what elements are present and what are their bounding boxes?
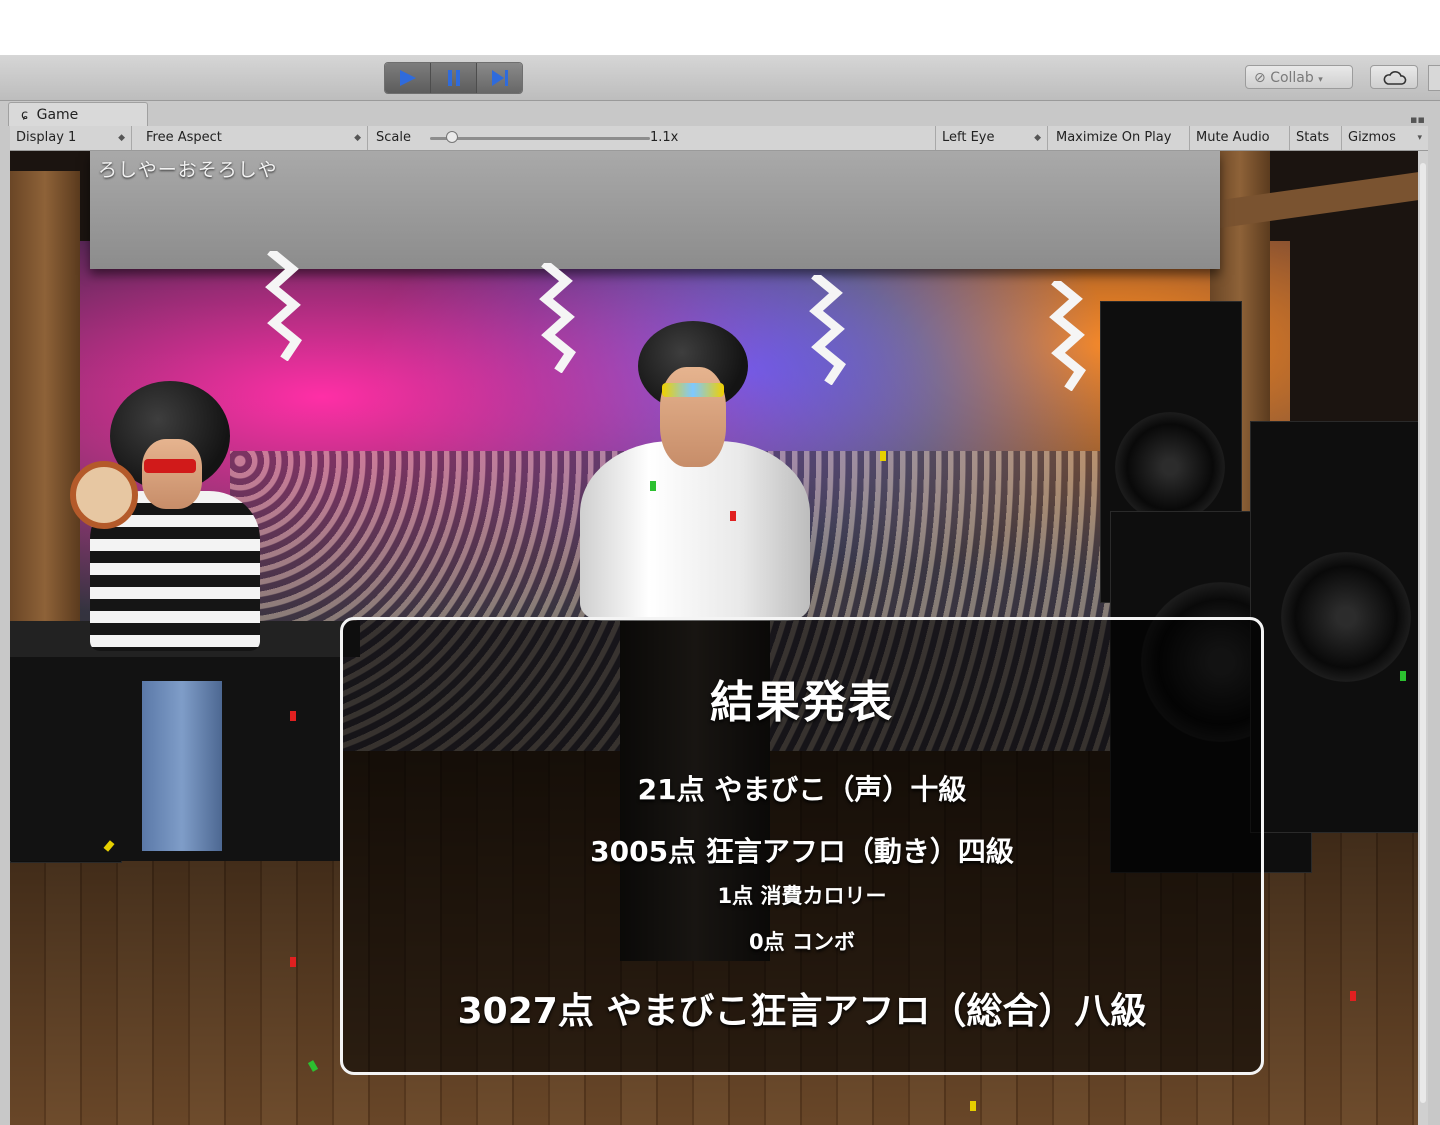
confetti xyxy=(970,1101,976,1111)
tab-game-label: Game xyxy=(36,107,79,123)
banner-text: ろしやーおそろしや xyxy=(98,159,278,181)
account-button[interactable] xyxy=(1428,65,1440,91)
score-calories: 1点 消費カロリー xyxy=(717,884,887,908)
game-view-toolbar: Display 1 ◆ Free Aspect ◆ Scale 1.1x Lef… xyxy=(10,126,1428,151)
game-view[interactable]: ろしやーおそろしや 結果発表 21点 やまびこ（声）十級 3005点 狂言アフロ… xyxy=(10,151,1418,1125)
eye-label: Left Eye xyxy=(942,130,995,145)
eye-dropdown[interactable]: Left Eye ◆ xyxy=(936,126,1048,150)
collab-label: Collab xyxy=(1270,70,1314,86)
confetti xyxy=(1350,991,1356,1001)
confetti xyxy=(880,451,886,461)
mute-label: Mute Audio xyxy=(1196,130,1270,145)
shide-decoration xyxy=(809,275,847,385)
play-button[interactable] xyxy=(385,63,431,93)
confetti xyxy=(290,711,296,721)
collab-button[interactable]: ⊘ Collab ▾ xyxy=(1245,65,1353,89)
dropdown-arrow-icon: ▾ xyxy=(1417,133,1422,143)
stats-toggle[interactable]: Stats xyxy=(1290,126,1342,150)
aspect-dropdown[interactable]: Free Aspect ◆ xyxy=(140,126,368,150)
shide-decoration xyxy=(1049,281,1087,391)
aspect-label: Free Aspect xyxy=(146,130,222,145)
mute-audio-toggle[interactable]: Mute Audio xyxy=(1190,126,1290,150)
chevron-down-icon: ▾ xyxy=(1318,75,1323,85)
gizmos-label: Gizmos xyxy=(1348,130,1396,145)
cloud-icon xyxy=(1383,71,1407,85)
tambourine xyxy=(70,461,138,529)
dropdown-arrow-icon: ◆ xyxy=(354,133,361,143)
scale-value: 1.1x xyxy=(650,130,679,145)
scrollbar-thumb[interactable] xyxy=(1420,163,1426,1103)
score-motion: 3005点 狂言アフロ（動き）四級 xyxy=(590,835,1014,868)
step-icon xyxy=(492,70,508,86)
confetti xyxy=(650,481,656,491)
pause-button[interactable] xyxy=(431,63,477,93)
cloud-button[interactable] xyxy=(1370,65,1418,89)
display-label: Display 1 xyxy=(16,130,77,145)
confetti xyxy=(290,957,296,967)
maximize-on-play-toggle[interactable]: Maximize On Play xyxy=(1050,126,1190,150)
game-controller-icon: ɕ xyxy=(21,108,29,123)
scale-slider-track[interactable] xyxy=(430,137,650,140)
maximize-label: Maximize On Play xyxy=(1056,130,1172,145)
vertical-scrollbar[interactable] xyxy=(1418,151,1428,1125)
confetti xyxy=(1400,671,1406,681)
play-icon xyxy=(400,70,416,86)
display-dropdown[interactable]: Display 1 ◆ xyxy=(10,126,132,150)
tab-menu-icon[interactable]: ▪▪ xyxy=(1410,113,1425,126)
pause-icon xyxy=(448,70,460,86)
unity-editor: ⊘ Collab ▾ ɕ Game ▪▪ Display 1 ◆ Free As… xyxy=(0,55,1440,1125)
toolbar: ⊘ Collab ▾ xyxy=(0,55,1440,101)
step-button[interactable] xyxy=(477,63,522,93)
shide-decoration xyxy=(265,251,303,361)
score-combo: 0点 コンボ xyxy=(749,930,855,954)
shide-decoration xyxy=(539,263,577,373)
speaker-far-right xyxy=(1250,421,1418,833)
confetti xyxy=(730,511,736,521)
scale-label: Scale xyxy=(376,130,411,145)
results-title: 結果発表 xyxy=(710,677,894,728)
dropdown-arrow-icon: ◆ xyxy=(118,133,125,143)
tab-game[interactable]: ɕ Game xyxy=(8,102,148,126)
character-striped-shirt xyxy=(70,381,270,851)
gizmos-dropdown[interactable]: Gizmos ▾ xyxy=(1342,126,1428,150)
scale-slider-handle[interactable] xyxy=(446,131,458,143)
results-panel: 結果発表 21点 やまびこ（声）十級 3005点 狂言アフロ（動き）四級 1点 … xyxy=(340,617,1264,1075)
play-controls xyxy=(384,62,523,94)
dropdown-arrow-icon: ◆ xyxy=(1034,133,1041,143)
check-circle-icon: ⊘ xyxy=(1254,70,1266,86)
stats-label: Stats xyxy=(1296,130,1330,145)
score-total: 3027点 やまびこ狂言アフロ（総合）八級 xyxy=(457,991,1147,1032)
score-voice: 21点 やまびこ（声）十級 xyxy=(637,773,967,806)
